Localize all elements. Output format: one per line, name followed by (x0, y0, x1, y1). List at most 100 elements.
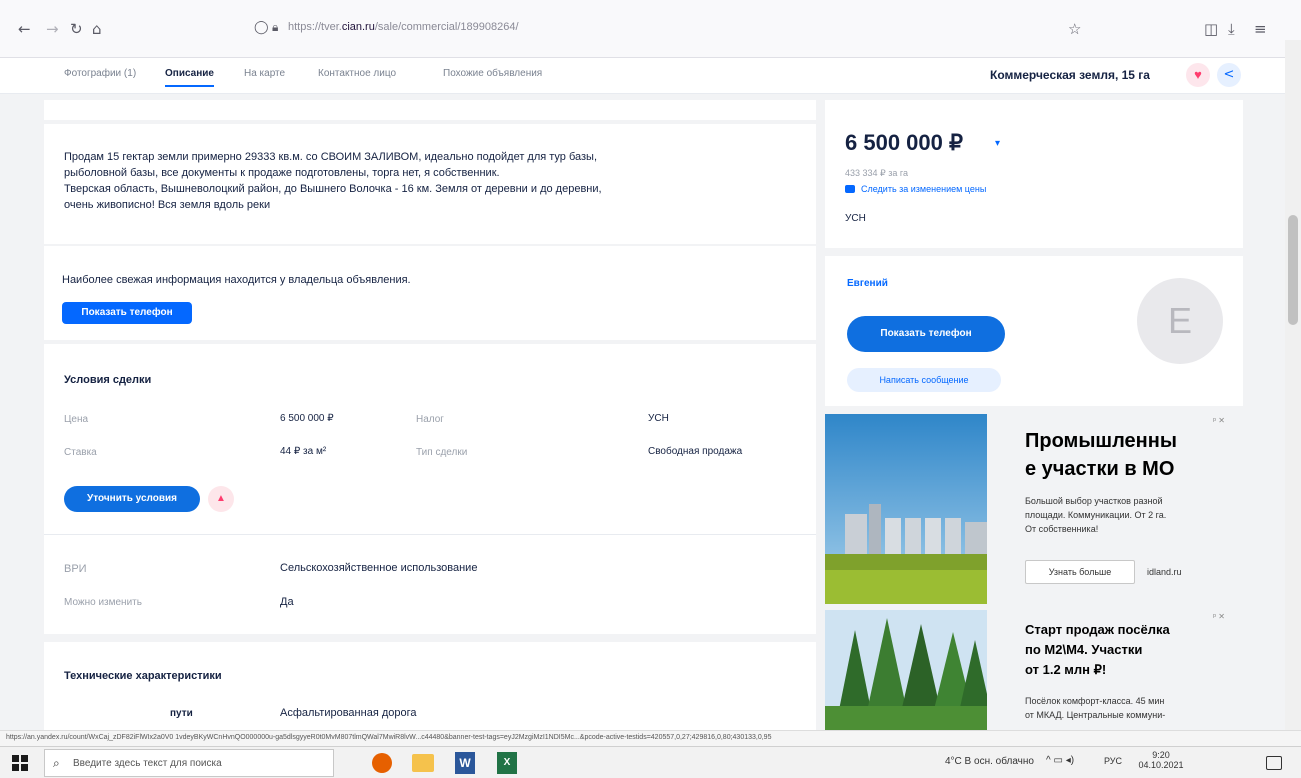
address-bar[interactable]: ◯ 🔒︎ https://tver.cian.ru/sale/commercia… (250, 12, 1100, 46)
obscured-label-overlay (64, 704, 164, 724)
tax-value: УСН (648, 413, 669, 424)
lock-icon[interactable]: 🔒︎ (272, 20, 278, 35)
contact-name[interactable]: Евгений (847, 278, 888, 289)
tech-specs-title: Технические характеристики (64, 670, 222, 682)
watch-price-link[interactable]: Следить за изменением цены (861, 184, 986, 194)
ad-domain[interactable]: idland.ru (1147, 567, 1182, 577)
favorite-heart-icon[interactable]: ♥ (1186, 63, 1210, 87)
notifications-icon[interactable] (1266, 756, 1282, 770)
price-card: 6 500 000 ₽ ▾ 433 334 ₽ за га Следить за… (825, 100, 1243, 248)
ad-title-line[interactable]: по М2\М4. Участки (1025, 642, 1142, 657)
clarify-terms-button[interactable]: Уточнить условия (64, 486, 200, 512)
link-status-bar: https://an.yandex.ru/count/WxCaj_zDF82iF… (0, 730, 1301, 746)
menu-icon[interactable]: ≡ (1254, 20, 1267, 38)
download-icon[interactable]: ⤓ (1228, 20, 1235, 38)
ad-close-icon[interactable]: ᵖ ✕ (1213, 612, 1225, 621)
write-message-button[interactable]: Написать сообщение (847, 368, 1001, 392)
rate-value: 44 ₽ за м² (280, 446, 327, 457)
ad-block-1[interactable]: ᵖ ✕ Промышленны е участки в МО Большой в… (825, 414, 1243, 604)
scrollbar-track[interactable] (1285, 40, 1301, 730)
divider (44, 534, 816, 535)
reload-icon[interactable]: ↻ (70, 20, 83, 38)
search-icon: ⌕ (53, 756, 60, 770)
deal-terms-title: Условия сделки (64, 374, 152, 386)
can-change-label: Можно изменить (64, 597, 142, 608)
tab-description[interactable]: Описание (165, 68, 214, 87)
tab-similar[interactable]: Похожие объявления (443, 68, 542, 79)
url-text[interactable]: https://tver.cian.ru/sale/commercial/189… (288, 21, 519, 33)
ad-block-2[interactable]: ᵖ ✕ Старт продаж посёлка по М2\М4. Участ… (825, 610, 1243, 730)
browser-toolbar: ← → ↻ ⌂ ◯ 🔒︎ https://tver.cian.ru/sale/c… (0, 0, 1301, 58)
ad-text-line: Посёлок комфорт-класса. 45 мин (1025, 696, 1165, 706)
clock-time: 9:20 (1152, 750, 1170, 760)
home-icon[interactable]: ⌂ (92, 20, 102, 38)
ad-title-line[interactable]: Промышленны (1025, 430, 1177, 453)
ad-title-line[interactable]: Старт продаж посёлка (1025, 622, 1170, 637)
shield-icon[interactable]: ◯ (254, 20, 269, 35)
tax-type: УСН (845, 213, 866, 224)
clock[interactable]: 9:20 04.10.2021 (1138, 750, 1184, 770)
deal-terms-card: Условия сделки Цена 6 500 000 ₽ Налог УС… (44, 344, 816, 634)
listing-sticky-header: Фотографии (1) Описание На карте Контакт… (0, 58, 1285, 94)
mail-icon (845, 185, 855, 193)
tray-icons[interactable]: ^ ▭ ◂) (1046, 755, 1074, 766)
taskbar-search-input[interactable]: ⌕ Введите здесь текст для поиска (44, 749, 334, 777)
ad-image-pine-forest[interactable] (825, 610, 987, 730)
tab-contact[interactable]: Контактное лицо (318, 68, 396, 79)
ad-text-line: площади. Коммуникации. От 2 га. (1025, 510, 1167, 520)
language-indicator[interactable]: РУС (1104, 756, 1122, 766)
status-url: https://an.yandex.ru/count/WxCaj_zDF82iF… (6, 734, 772, 741)
windows-start-icon[interactable] (12, 755, 28, 771)
windows-taskbar: ⌕ Введите здесь текст для поиска W X 4°C… (0, 746, 1301, 778)
tab-photos[interactable]: Фотографии (1) (64, 68, 136, 79)
owner-info-card: Наиболее свежая информация находится у в… (44, 246, 816, 340)
deal-type-value: Свободная продажа (648, 446, 743, 457)
contact-card: Евгений Е Показать телефон Написать сооб… (825, 256, 1243, 406)
listing-title: Коммерческая земля, 15 га (990, 68, 1150, 82)
ad-text-line: Большой выбор участков разной (1025, 496, 1163, 506)
word-icon[interactable]: W (455, 752, 475, 774)
share-icon[interactable]: < (1217, 63, 1241, 87)
firefox-icon[interactable] (372, 753, 392, 773)
ad-text-line: От собственника! (1025, 524, 1099, 534)
road-value: Асфальтированная дорога (280, 707, 417, 719)
bookmark-star-icon[interactable]: ☆ (1068, 20, 1081, 38)
search-placeholder: Введите здесь текст для поиска (73, 758, 222, 769)
ad-text-line: от МКАД. Центральные коммуни- (1025, 710, 1166, 720)
price-main: 6 500 000 ₽ (845, 130, 963, 155)
excel-icon[interactable]: X (497, 752, 517, 774)
pocket-icon[interactable]: ◫ (1204, 20, 1218, 38)
vri-label: ВРИ (64, 563, 87, 575)
price-value: 6 500 000 ₽ (280, 413, 334, 424)
warning-icon[interactable]: ▲ (208, 486, 234, 512)
tab-map[interactable]: На карте (244, 68, 285, 79)
deal-type-label: Тип сделки (416, 447, 468, 458)
forward-icon[interactable]: → (46, 20, 59, 38)
rate-label: Ставка (64, 447, 97, 458)
vri-value: Сельскохозяйственное использование (280, 562, 478, 574)
clock-date: 04.10.2021 (1138, 760, 1184, 770)
back-icon[interactable]: ← (18, 20, 31, 38)
scrollbar-thumb[interactable] (1288, 215, 1298, 325)
file-explorer-icon[interactable] (412, 754, 434, 772)
ad-close-icon[interactable]: ᵖ ✕ (1213, 416, 1225, 425)
description-card: Продам 15 гектар земли примерно 29333 кв… (44, 124, 816, 244)
tech-specs-card: Технические характеристики пути Асфальти… (44, 642, 816, 730)
description-line: рыболовной базы, все документы к продаже… (64, 167, 500, 179)
price-label: Цена (64, 414, 89, 425)
ad-learn-more-button[interactable]: Узнать больше (1025, 560, 1135, 584)
description-line: Тверская область, Вышневолоцкий район, д… (64, 183, 602, 195)
tax-label: Налог (416, 414, 444, 425)
ad-image-grain-silos[interactable] (825, 414, 987, 604)
can-change-value: Да (280, 596, 294, 608)
contact-show-phone-button[interactable]: Показать телефон (847, 316, 1005, 352)
show-phone-button[interactable]: Показать телефон (62, 302, 192, 324)
road-label: пути (170, 708, 193, 719)
ad-title-line[interactable]: е участки в МО (1025, 458, 1174, 481)
description-line: очень живописно! Вся земля вдоль реки (64, 199, 271, 211)
weather-text[interactable]: 4°C В осн. облачно (945, 756, 1034, 767)
owner-info-text: Наиболее свежая информация находится у в… (62, 274, 411, 286)
ad-title-line[interactable]: от 1.2 млн ₽! (1025, 662, 1106, 678)
photo-card-bottom (44, 100, 816, 120)
chevron-down-icon[interactable]: ▾ (995, 138, 1000, 149)
